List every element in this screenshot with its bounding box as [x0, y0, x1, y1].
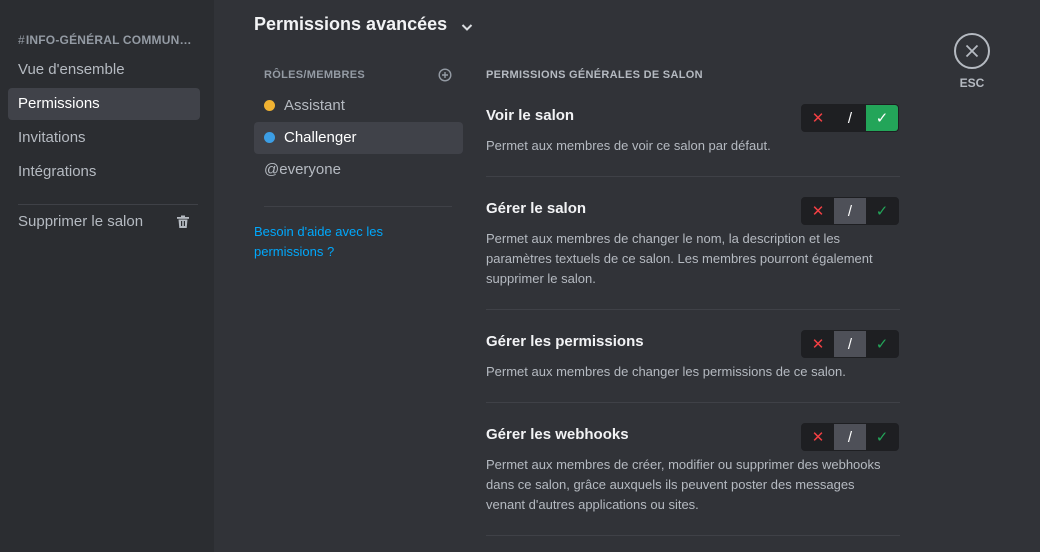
check-icon: ✓ [875, 203, 889, 220]
allow-button[interactable]: ✓ [866, 331, 898, 357]
roles-heading: RÔLES/MEMBRES [264, 69, 366, 81]
permission-toggle: ✕ / ✓ [801, 197, 899, 225]
permission-toggle: ✕ / ✓ [801, 104, 899, 132]
permission-divider [486, 535, 900, 536]
permission-title: Gérer le salon [486, 200, 587, 217]
roles-divider [264, 206, 452, 207]
permission-divider [486, 176, 900, 177]
permissions-section-heading: PERMISSIONS GÉNÉRALES DE SALON [486, 69, 703, 81]
neutral-button[interactable]: / [834, 198, 866, 224]
deny-icon: ✕ [811, 203, 825, 220]
deny-icon: ✕ [811, 110, 825, 127]
check-icon: ✓ [875, 429, 889, 446]
permission-description: Permet aux membres de changer les permis… [486, 364, 846, 379]
neutral-icon: / [847, 428, 853, 446]
role-color-dot [264, 132, 275, 143]
permission-title: Gérer les webhooks [486, 426, 629, 443]
help-link[interactable]: Besoin d'aide avec les permissions ? [254, 222, 414, 262]
esc-label: ESC [959, 76, 985, 90]
permission-title: Voir le salon [486, 107, 575, 124]
neutral-icon: / [847, 202, 853, 220]
role-color-dot [264, 100, 275, 111]
settings-sidebar: #INFO-GÉNÉRAL COMMUN… Vue d'ensemble Per… [0, 0, 214, 552]
allow-button[interactable]: ✓ [866, 105, 898, 131]
channel-name: INFO-GÉNÉRAL COMMUN… [25, 33, 192, 47]
neutral-icon: / [847, 335, 853, 353]
trash-icon [177, 215, 189, 228]
neutral-button[interactable]: / [834, 105, 866, 131]
permission-description: Permet aux membres de changer le nom, la… [486, 231, 873, 286]
allow-button[interactable]: ✓ [866, 424, 898, 450]
neutral-icon: / [847, 109, 853, 127]
neutral-button[interactable]: / [834, 331, 866, 357]
sidebar-divider [18, 204, 198, 205]
page-title: Permissions avancées [254, 14, 448, 34]
role-item-everyone[interactable]: @everyone [254, 154, 463, 186]
role-item-challenger[interactable]: Challenger [254, 122, 463, 154]
permission-divider [486, 402, 900, 403]
check-icon: ✓ [875, 336, 889, 353]
sidebar-item-overview[interactable]: Vue d'ensemble [8, 54, 200, 86]
close-button[interactable] [954, 33, 990, 69]
neutral-button[interactable]: / [834, 424, 866, 450]
permission-description: Permet aux membres de voir ce salon par … [486, 138, 771, 153]
delete-channel-label: Supprimer le salon [18, 213, 144, 230]
permission-divider [486, 309, 900, 310]
deny-button[interactable]: ✕ [802, 105, 834, 131]
hash-icon: # [18, 33, 25, 47]
permission-toggle: ✕ / ✓ [801, 423, 899, 451]
allow-button[interactable]: ✓ [866, 198, 898, 224]
sidebar-item-permissions[interactable]: Permissions [8, 88, 200, 120]
role-label: @everyone [264, 161, 341, 178]
role-label: Assistant [284, 97, 345, 114]
check-icon: ✓ [875, 110, 889, 127]
add-role-icon[interactable] [438, 68, 452, 82]
delete-channel-button[interactable]: Supprimer le salon [8, 206, 200, 238]
deny-icon: ✕ [811, 429, 825, 446]
deny-icon: ✕ [811, 336, 825, 353]
deny-button[interactable]: ✕ [802, 424, 834, 450]
close-icon [965, 44, 979, 58]
sidebar-item-invitations[interactable]: Invitations [8, 122, 200, 154]
permission-toggle: ✕ / ✓ [801, 330, 899, 358]
role-item-assistant[interactable]: Assistant [254, 90, 463, 122]
sidebar-item-integrations[interactable]: Intégrations [8, 156, 200, 188]
permission-title: Gérer les permissions [486, 333, 644, 350]
deny-button[interactable]: ✕ [802, 198, 834, 224]
deny-button[interactable]: ✕ [802, 331, 834, 357]
chevron-down-icon[interactable] [460, 20, 474, 34]
role-label: Challenger [284, 129, 357, 146]
channel-header: #INFO-GÉNÉRAL COMMUN… [18, 33, 198, 47]
permission-description: Permet aux membres de créer, modifier ou… [486, 457, 881, 512]
